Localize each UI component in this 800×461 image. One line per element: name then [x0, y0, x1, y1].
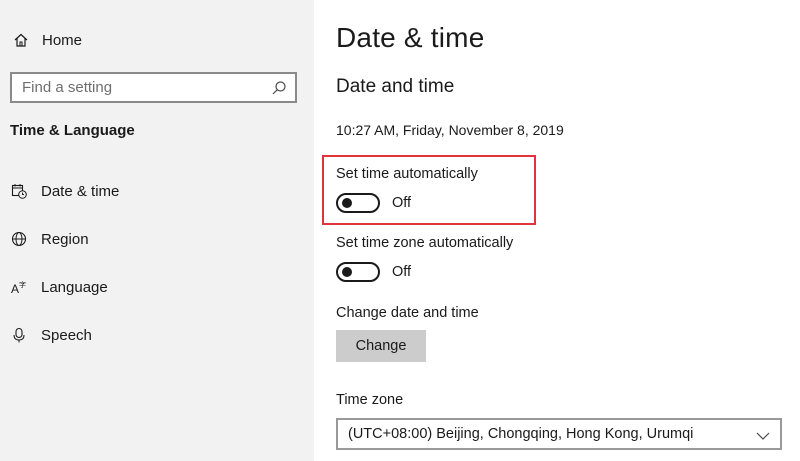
set-timezone-auto-state: Off	[392, 264, 412, 280]
home-label: Home	[42, 31, 83, 49]
sidebar-item-label: Region	[41, 230, 89, 248]
change-datetime-label: Change date and time	[336, 305, 479, 321]
set-timezone-auto-label: Set time zone automatically	[336, 235, 514, 251]
sidebar: Home Time & Language Date & time Region …	[0, 0, 314, 461]
microphone-icon	[10, 326, 28, 344]
set-time-auto-toggle[interactable]	[336, 193, 380, 213]
time-zone-select[interactable]: (UTC+08:00) Beijing, Chongqing, Hong Kon…	[336, 418, 782, 450]
set-time-auto-row: Off	[336, 193, 411, 213]
chevron-down-icon	[756, 429, 770, 440]
svg-text:A: A	[11, 282, 19, 295]
current-datetime: 10:27 AM, Friday, November 8, 2019	[336, 122, 564, 138]
sidebar-item-label: Language	[41, 278, 108, 296]
sidebar-item-region[interactable]: Region	[10, 226, 89, 252]
language-icon: A字	[10, 278, 28, 296]
calendar-clock-icon	[10, 182, 28, 200]
set-time-auto-label: Set time automatically	[336, 166, 478, 182]
sidebar-section-title: Time & Language	[10, 122, 135, 139]
time-zone-label: Time zone	[336, 392, 404, 408]
set-timezone-auto-row: Off	[336, 262, 411, 282]
sidebar-item-date-time[interactable]: Date & time	[10, 178, 119, 204]
main-content: Date & time Date and time 10:27 AM, Frid…	[314, 0, 800, 461]
sidebar-item-language[interactable]: A字 Language	[10, 274, 108, 300]
change-button[interactable]: Change	[336, 330, 426, 362]
set-time-auto-state: Off	[392, 195, 412, 211]
toggle-knob	[342, 267, 352, 277]
sidebar-item-label: Speech	[41, 326, 92, 344]
search-input[interactable]	[12, 79, 262, 96]
toggle-knob	[342, 198, 352, 208]
home-icon	[10, 32, 32, 48]
home-link[interactable]: Home	[10, 28, 82, 52]
page-title: Date & time	[336, 22, 485, 53]
sidebar-item-speech[interactable]: Speech	[10, 322, 92, 348]
search-box[interactable]	[10, 72, 297, 103]
globe-icon	[10, 230, 28, 248]
set-timezone-auto-toggle[interactable]	[336, 262, 380, 282]
section-title: Date and time	[336, 76, 455, 97]
sidebar-item-label: Date & time	[41, 182, 120, 200]
svg-text:字: 字	[19, 280, 26, 289]
search-icon[interactable]	[271, 80, 287, 96]
time-zone-value: (UTC+08:00) Beijing, Chongqing, Hong Kon…	[348, 426, 694, 442]
